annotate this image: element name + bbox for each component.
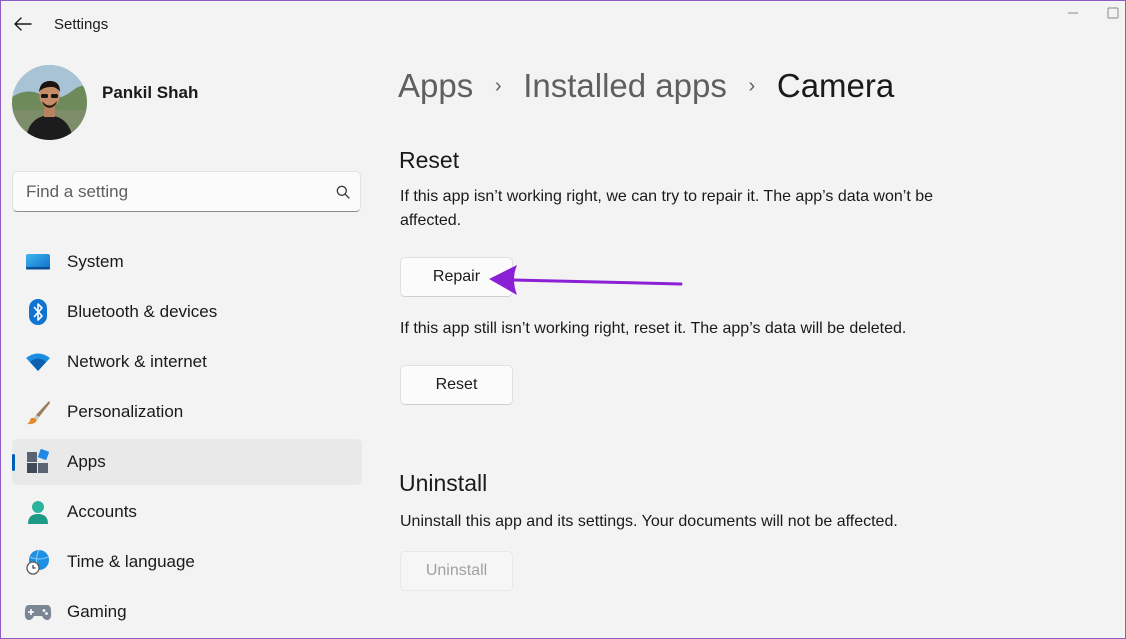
uninstall-section-title: Uninstall [399, 470, 488, 496]
sidebar-item-label: Bluetooth & devices [67, 302, 218, 321]
sidebar-item-accounts[interactable]: Accounts [12, 489, 362, 535]
reset-button[interactable]: Reset [400, 365, 513, 405]
back-button[interactable] [9, 10, 37, 38]
breadcrumb-installed-apps[interactable]: Installed apps [523, 67, 727, 105]
globe-clock-icon [23, 547, 53, 577]
repair-description: If this app isn’t working right, we can … [400, 188, 934, 229]
monitor-icon [23, 247, 53, 277]
search-icon[interactable] [326, 172, 360, 211]
gamepad-icon [23, 597, 53, 627]
reset-section-title: Reset [399, 147, 460, 173]
maximize-button[interactable] [1098, 5, 1126, 21]
apps-icon [23, 447, 53, 477]
sidebar-item-personalization[interactable]: Personalization [12, 389, 362, 435]
settings-window: Settings Pankil Shah Find a setting Syst… [0, 0, 1126, 639]
avatar[interactable] [12, 65, 87, 140]
page-title: Camera [776, 67, 895, 104]
breadcrumb: Apps › Installed apps › Camera [398, 67, 894, 105]
wifi-icon [23, 347, 53, 377]
bluetooth-icon [23, 297, 53, 327]
sidebar-item-label: Gaming [67, 602, 127, 621]
sidebar-item-system[interactable]: System [12, 239, 362, 285]
sidebar-item-label: Apps [67, 452, 106, 471]
breadcrumb-apps[interactable]: Apps [398, 67, 473, 105]
reset-description: If this app still isn’t working right, r… [400, 320, 907, 337]
sidebar-item-label: Time & language [67, 552, 195, 571]
sidebar-item-label: Personalization [67, 402, 184, 421]
uninstall-description: Uninstall this app and its settings. You… [400, 513, 898, 530]
sidebar-nav: System Bluetooth & devices Network & int… [12, 239, 362, 638]
sidebar-item-time-language[interactable]: Time & language [12, 539, 362, 585]
back-arrow-icon [14, 17, 32, 31]
sidebar-item-label: Network & internet [67, 352, 207, 371]
chevron-right-icon: › [494, 74, 502, 97]
paintbrush-icon [23, 397, 53, 427]
person-icon [23, 497, 53, 527]
uninstall-button[interactable]: Uninstall [400, 551, 513, 591]
minimize-button[interactable] [1058, 5, 1088, 21]
sidebar-item-apps[interactable]: Apps [12, 439, 362, 485]
sidebar-item-bluetooth[interactable]: Bluetooth & devices [12, 289, 362, 335]
search-input[interactable] [13, 181, 326, 202]
search-box[interactable] [12, 171, 361, 212]
user-name: Pankil Shah [102, 83, 199, 102]
sidebar-item-label: Accounts [67, 502, 137, 521]
repair-button[interactable]: Repair [400, 257, 513, 297]
chevron-right-icon: › [748, 74, 756, 97]
sidebar-item-network[interactable]: Network & internet [12, 339, 362, 385]
sidebar-item-label: System [67, 252, 124, 271]
profile-photo [12, 65, 87, 140]
window-title: Settings [54, 16, 109, 33]
title-bar: Settings [1, 1, 1125, 47]
sidebar-item-gaming[interactable]: Gaming [12, 589, 362, 635]
